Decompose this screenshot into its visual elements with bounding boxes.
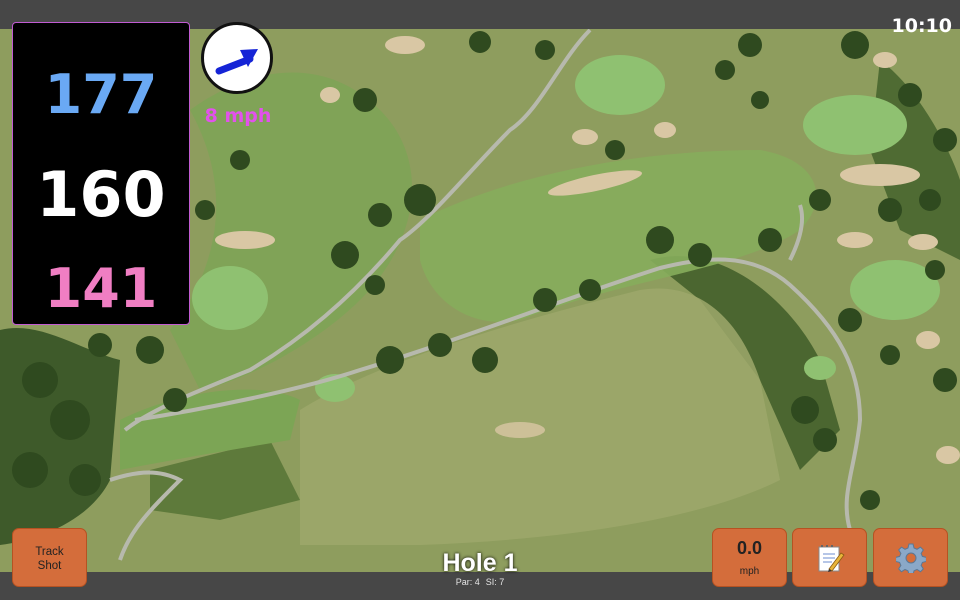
- notepad-icon: [818, 545, 845, 572]
- speed-button[interactable]: 0.0 mph: [712, 528, 787, 587]
- track-shot-label-line2: Shot: [37, 560, 62, 572]
- hole-info: Hole 1 Par: 4 SI: 7: [380, 549, 580, 587]
- hole-title: Hole 1: [442, 549, 518, 577]
- speed-value: 0.0: [736, 538, 763, 558]
- yardage-panel[interactable]: 177 160 141: [12, 22, 190, 325]
- wind-indicator: [201, 22, 273, 94]
- track-shot-label-line1: Track: [35, 546, 64, 558]
- hole-stroke-index: SI: 7: [485, 577, 505, 587]
- back-yardage: 177: [44, 63, 158, 126]
- settings-button[interactable]: [873, 528, 948, 587]
- gear-icon: [896, 543, 926, 573]
- track-shot-button[interactable]: Track Shot: [12, 528, 87, 587]
- front-yardage: 141: [44, 257, 158, 320]
- hole-par: Par: 4: [455, 577, 480, 587]
- clock: 10:10: [891, 15, 952, 37]
- notes-button[interactable]: [792, 528, 867, 587]
- middle-yardage: 160: [36, 158, 166, 231]
- hole-meta: Par: 4 SI: 7: [380, 577, 580, 587]
- wind-direction-arrow-icon: [215, 49, 258, 75]
- wind-speed: 8 mph: [204, 105, 272, 127]
- speed-unit: mph: [739, 566, 760, 577]
